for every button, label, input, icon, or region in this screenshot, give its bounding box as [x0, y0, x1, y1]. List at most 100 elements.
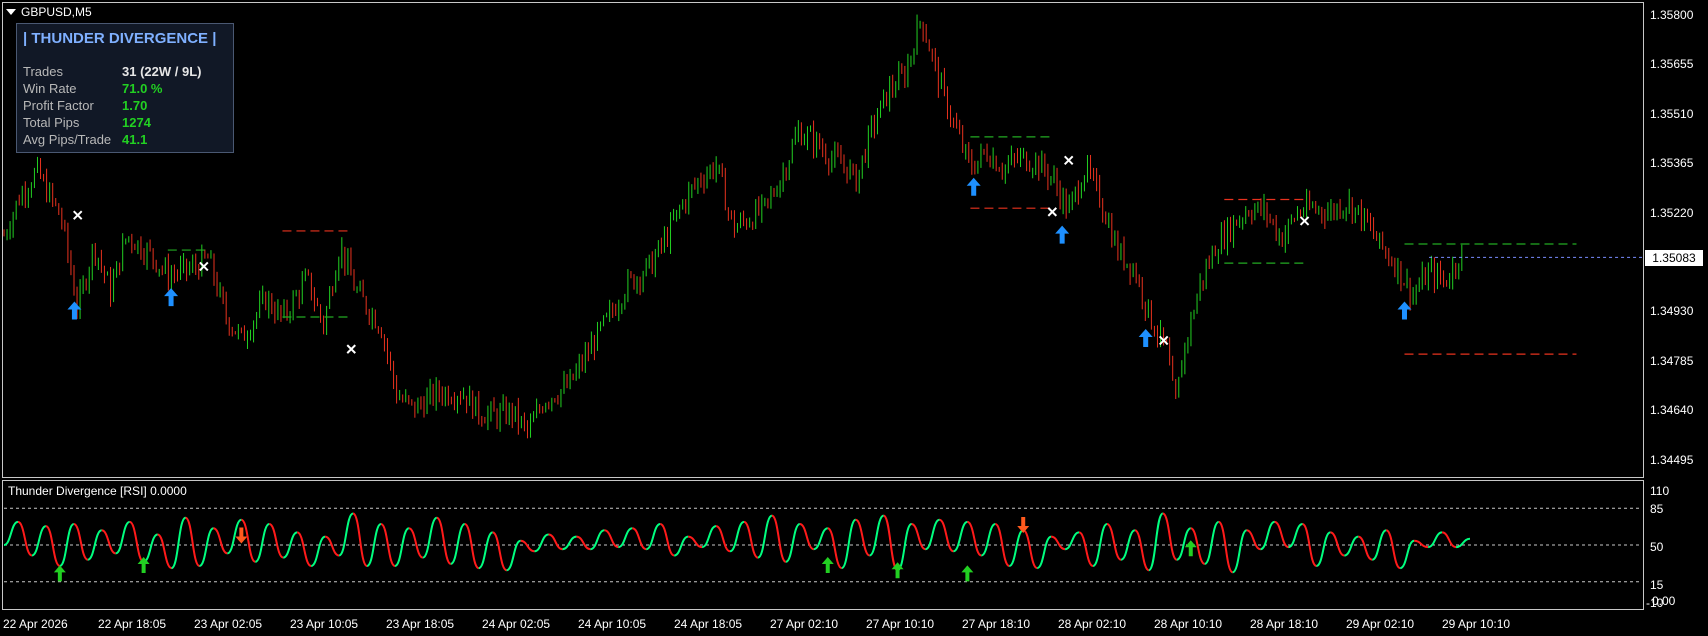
rsi-line-segment [435, 516, 452, 565]
rsi-line-segment [1231, 529, 1248, 574]
exit-cross-icon [199, 261, 209, 272]
stats-label: Win Rate [23, 81, 77, 96]
rsi-line-segment [310, 535, 326, 567]
exit-cross-icon [1063, 155, 1074, 166]
rsi-line-segment [548, 533, 563, 551]
rsi-line-segment [1147, 512, 1164, 572]
buy-arrow-shape [1055, 225, 1070, 244]
rsi-line-segment [1217, 520, 1234, 574]
rsi-line-segment [1203, 520, 1220, 565]
buy-arrow-icon [1397, 301, 1412, 320]
time-tick-label: 23 Apr 02:05 [194, 617, 263, 631]
rsi-line-segment [1344, 535, 1359, 557]
stats-row-total-pips: Total Pips 1274 [23, 115, 233, 132]
stats-label: Avg Pips/Trade [23, 132, 112, 147]
symbol-title[interactable]: GBPUSD,M5 [6, 5, 92, 19]
rsi-line-segment [576, 535, 591, 551]
exit-cross-icon [1047, 207, 1058, 217]
stats-value: 1.70 [122, 98, 148, 113]
chart-window[interactable]: GBPUSD,M5 | THUNDER DIVERGENCE | Trades … [0, 0, 1708, 636]
indicator-level-label: 85 [1650, 502, 1664, 516]
time-tick-label: 28 Apr 18:10 [1250, 617, 1319, 631]
rsi-line-segment [1315, 531, 1331, 567]
rsi-line-segment [463, 523, 480, 570]
time-tick-label: 24 Apr 18:05 [674, 617, 743, 631]
rsi-line-segment [324, 535, 340, 557]
time-tick-label: 29 Apr 10:10 [1442, 617, 1511, 631]
rsi-line-segment [938, 518, 954, 553]
rsi-line-segment [1134, 529, 1150, 572]
rsi-line-segment [3, 520, 19, 546]
buy-arrow-icon [966, 177, 981, 196]
rsi-line-segment [1274, 520, 1289, 549]
rsi-line-segment [1078, 531, 1094, 567]
price-tick-label: 1.35655 [1650, 57, 1694, 71]
rsi-line-segment [450, 523, 466, 565]
rsi-line-segment [422, 516, 438, 559]
rsi-line-segment [785, 523, 801, 563]
time-tick-label: 27 Apr 02:10 [770, 617, 839, 631]
rsi-line-segment [1414, 539, 1429, 549]
rsi-line-segment [184, 516, 201, 567]
buy-arrow-icon [1055, 225, 1070, 244]
time-tick-label: 24 Apr 10:05 [578, 617, 647, 631]
indicator-extra-label: 0.00 [1652, 594, 1676, 608]
price-tick-label: 1.34640 [1650, 403, 1694, 417]
rsi-line-segment [520, 539, 535, 553]
price-tick-label: 1.35510 [1650, 107, 1694, 121]
stats-value: 71.0 % [122, 81, 163, 96]
buy-arrow-shape [1397, 301, 1412, 320]
rsi-line-segment [478, 531, 494, 570]
rsi-line-segment [1050, 535, 1066, 551]
time-tick-label: 23 Apr 18:05 [386, 617, 455, 631]
time-tick-label: 24 Apr 02:05 [482, 617, 551, 631]
exit-cross-icon [346, 344, 356, 354]
rsi-line-segment [618, 527, 633, 549]
stats-value: 1274 [122, 115, 151, 130]
rsi-line-segment [143, 533, 159, 563]
rsi-buy-arrow-icon [53, 565, 66, 582]
rsi-line-segment [296, 531, 312, 567]
price-tick-label: 1.34930 [1650, 304, 1694, 318]
rsi-line-segment [213, 527, 228, 555]
rsi-line-segment [882, 514, 899, 572]
rsi-line-segment [701, 525, 717, 549]
rsi-line-segment [73, 523, 89, 561]
rsi-line-segment [966, 520, 982, 557]
price-tick-label: 1.35800 [1650, 8, 1694, 22]
rsi-line-segment [198, 527, 214, 567]
buy-arrow-icon [164, 288, 179, 307]
time-tick-label: 28 Apr 10:10 [1154, 617, 1223, 631]
rsi-line-segment [673, 535, 689, 557]
rsi-line-segment [1288, 523, 1303, 549]
time-tick-label: 22 Apr 18:05 [98, 617, 167, 631]
rsi-line-segment [1330, 531, 1345, 557]
stats-value: 41.1 [122, 132, 148, 147]
stats-label: Profit Factor [23, 98, 94, 113]
stats-row-profit-factor: Profit Factor 1.70 [23, 98, 233, 115]
stats-value: 31 (22W / 9L) [122, 64, 202, 79]
rsi-line-segment [17, 520, 33, 557]
rsi-buy-arrow-icon [1184, 540, 1197, 557]
rsi-sell-arrow-icon [1017, 517, 1030, 533]
rsi-line-segment [952, 520, 968, 553]
buy-arrow-shape [1138, 329, 1153, 348]
rsi-line-segment [1385, 529, 1401, 570]
indicator-level-label: 50 [1650, 540, 1664, 554]
rsi-line-segment [129, 520, 145, 563]
rsi-line-segment [799, 523, 815, 551]
indicator-level-label: 110 [1650, 484, 1670, 498]
current-price-tag: 1.35083 [1645, 250, 1703, 266]
rsi-line-segment [352, 512, 368, 567]
time-tick-label: 22 Apr 2026 [3, 617, 68, 631]
rsi-line-segment [687, 535, 703, 549]
rsi-line-segment [896, 523, 913, 572]
stats-label: Total Pips [23, 115, 80, 130]
rsi-line-segment [1064, 531, 1080, 551]
price-tick-label: 1.35365 [1650, 156, 1694, 170]
dropdown-triangle-icon[interactable] [6, 9, 16, 15]
rsi-line-segment [1036, 535, 1052, 570]
buy-arrow-shape [67, 301, 82, 320]
rsi-line-segment [408, 527, 424, 559]
rsi-line-segment [562, 535, 577, 551]
